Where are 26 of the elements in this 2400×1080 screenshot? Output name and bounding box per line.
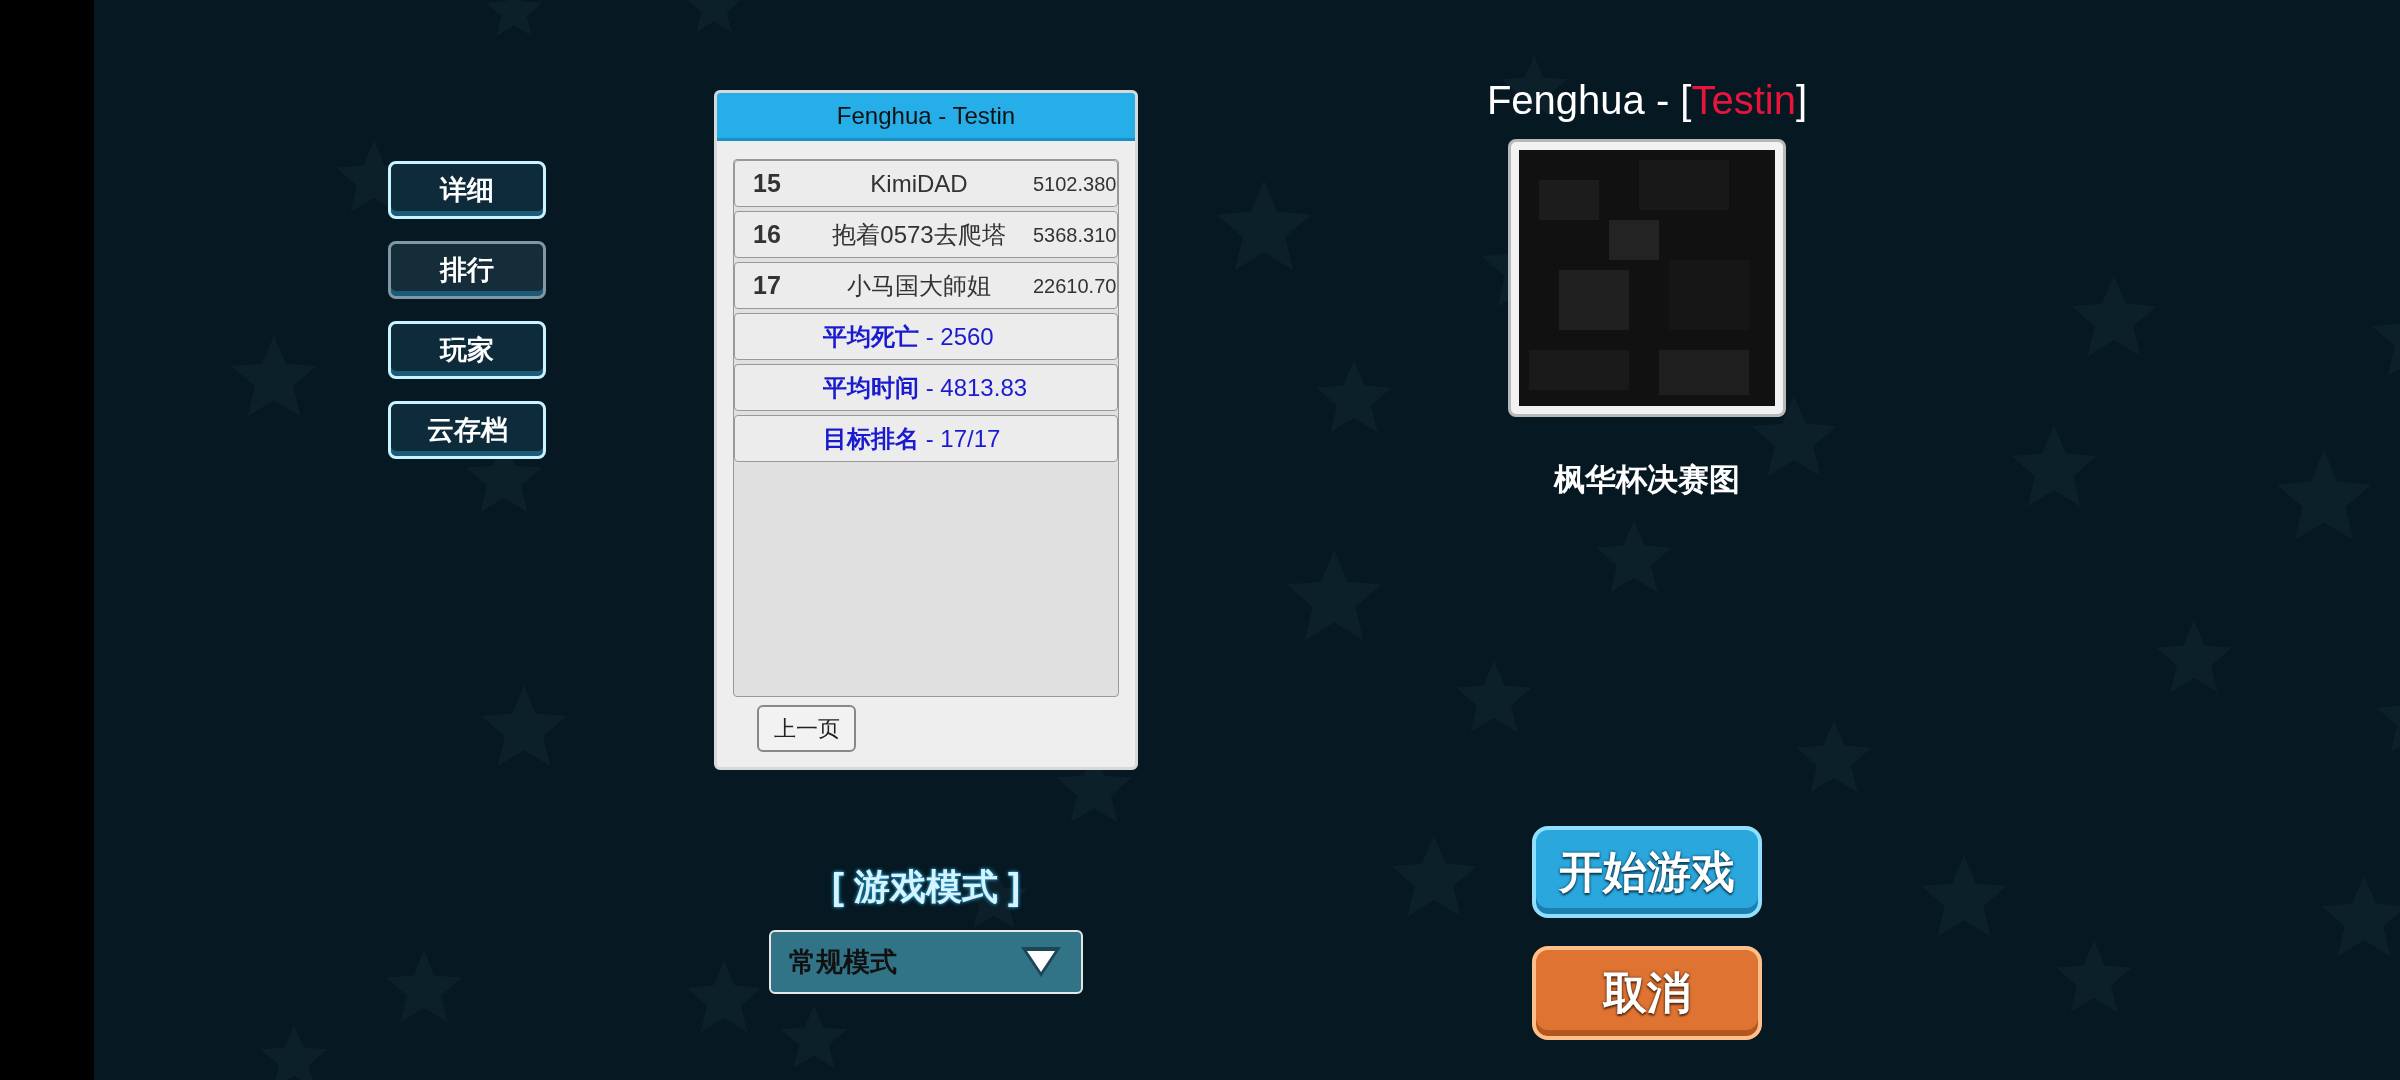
menu-button[interactable]: 云存档 [388, 401, 546, 459]
game-mode-label: [ 游戏模式 ] [832, 865, 1020, 909]
player-name: 抱着0573去爬塔 [831, 219, 1007, 250]
rank-number: 16 [752, 218, 782, 250]
map-title: Fenghua - [Testin] [1486, 77, 1808, 124]
stat-text: 平均死亡 - 2560 [823, 321, 994, 352]
menu-button[interactable]: 排行 [388, 241, 546, 299]
player-score: 22610.70 [1033, 273, 1117, 299]
previous-page-button[interactable]: 上一页 [757, 705, 856, 752]
stat-text: 目标排名 - 17/17 [823, 423, 1001, 454]
ranking-row[interactable]: 16 抱着0573去爬塔 5368.310 [734, 211, 1118, 258]
player-score: 5368.310 [1033, 222, 1117, 248]
ranking-row[interactable]: 15 KimiDAD 5102.380 [734, 160, 1118, 207]
menu-button[interactable]: 详细 [388, 161, 546, 219]
rank-number: 17 [752, 269, 782, 301]
player-name: 小马国大師姐 [846, 270, 992, 301]
game-mode-dropdown[interactable]: 常规模式 [769, 930, 1083, 994]
player-name: KimiDAD [869, 168, 969, 199]
stat-text: 平均时间 - 4813.83 [823, 372, 1028, 403]
panel-title: Fenghua - Testin [717, 93, 1135, 141]
player-score: 5102.380 [1033, 171, 1117, 197]
rank-number: 15 [752, 167, 782, 199]
menu-button[interactable]: 玩家 [388, 321, 546, 379]
dropdown-triangle-icon [1019, 945, 1063, 979]
ranking-row[interactable]: 17 小马国大師姐 22610.70 [734, 262, 1118, 309]
map-caption: 枫华杯决赛图 [1554, 461, 1740, 499]
